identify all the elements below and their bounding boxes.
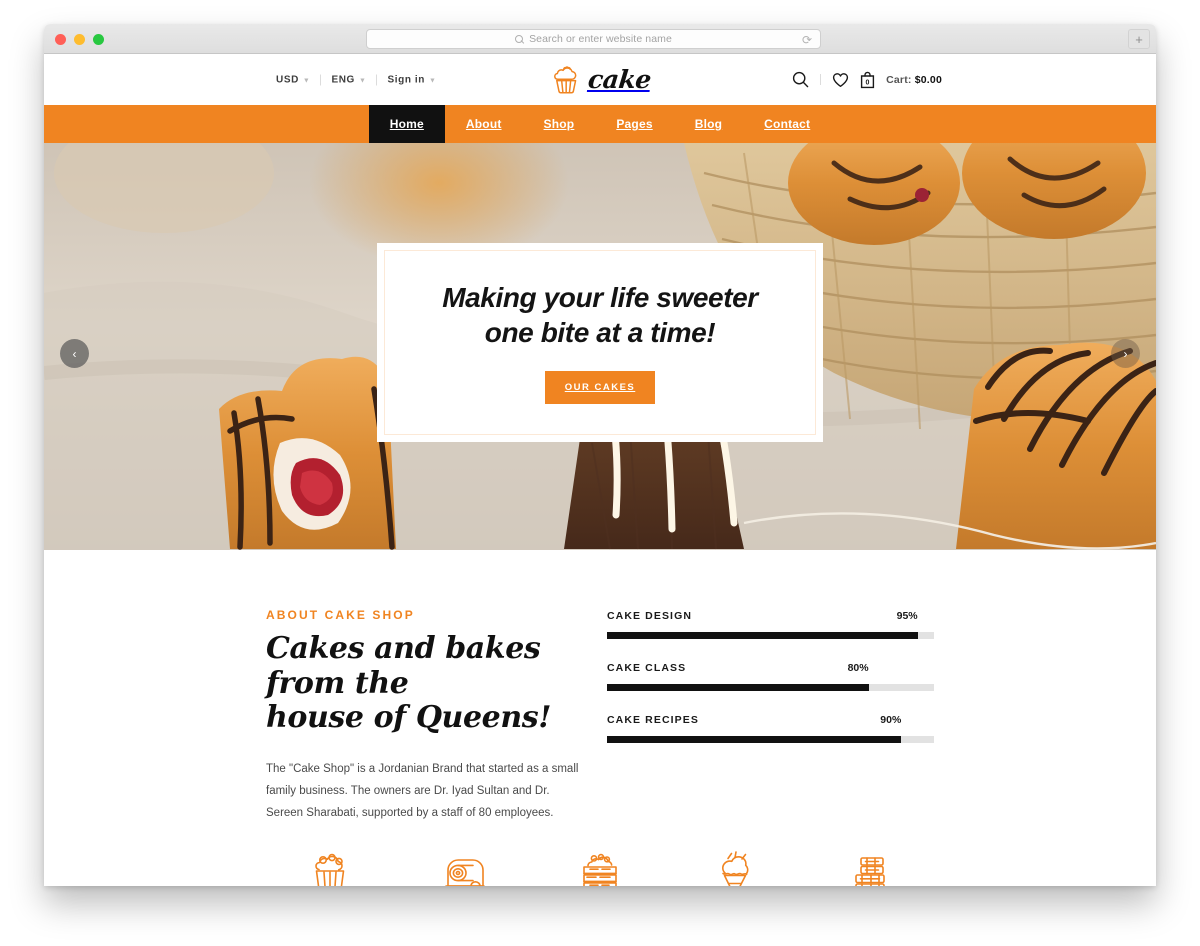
hero-headline-line-2: one bite at a time!: [484, 316, 716, 348]
page-viewport: USD ▼ ENG ▼ Sign in ▼ cake 0 Cart: $0.00…: [44, 54, 1156, 886]
nav-item-home[interactable]: Home: [368, 105, 445, 143]
chevron-down-icon: ▼: [429, 77, 437, 84]
maximize-window-button[interactable]: [93, 34, 104, 45]
category-icon-strip: [44, 826, 1156, 886]
category-ice-cream-cone[interactable]: [668, 851, 803, 886]
language-selector[interactable]: ENG ▼: [321, 74, 376, 85]
progress-track: [607, 632, 934, 639]
language-label: ENG: [331, 74, 355, 85]
nav-item-pages[interactable]: Pages: [595, 105, 673, 143]
skills-column: CAKE DESIGN 95% CAKE CLASS 80% CAKE RECI…: [607, 610, 934, 766]
currency-selector[interactable]: USD ▼: [266, 74, 320, 85]
divider: [820, 74, 822, 85]
minimize-window-button[interactable]: [74, 34, 85, 45]
address-bar-placeholder: Search or enter website name: [529, 33, 672, 45]
skill-label: CAKE RECIPES: [607, 714, 699, 726]
about-heading-line-1: Cakes and bakes from the: [266, 631, 541, 701]
cart-total[interactable]: Cart: $0.00: [886, 74, 942, 86]
sign-in-label: Sign in: [387, 74, 425, 85]
about-heading-line-2: house of Queens!: [266, 700, 552, 735]
browser-window: Search or enter website name ⟳ + USD ▼ E…: [44, 24, 1156, 886]
cart-prefix: Cart:: [886, 73, 915, 86]
layer-cake-icon: [583, 853, 617, 886]
progress-fill: [607, 632, 918, 639]
skill-percent: 80%: [847, 662, 869, 674]
swiss-roll-icon: [445, 859, 485, 886]
skill-percent: 90%: [880, 714, 902, 726]
cupcake-logo-icon: [554, 65, 577, 94]
progress-track: [607, 736, 934, 743]
main-navigation: Home About Shop Pages Blog Contact: [44, 105, 1156, 143]
site-logo[interactable]: cake: [549, 63, 653, 97]
category-stacked-cake[interactable]: [803, 853, 938, 886]
nav-item-contact[interactable]: Contact: [743, 105, 831, 143]
skill-cake-design: CAKE DESIGN 95%: [607, 610, 934, 639]
search-icon[interactable]: [792, 71, 809, 88]
category-swiss-roll[interactable]: [398, 852, 533, 886]
carousel-prev-button[interactable]: ‹: [60, 339, 89, 368]
search-icon: [515, 34, 524, 44]
hero-headline: Making your life sweeter one bite at a t…: [442, 281, 758, 350]
hero-slider: Making your life sweeter one bite at a t…: [44, 143, 1156, 550]
cupcake-icon: [315, 853, 345, 886]
currency-label: USD: [276, 74, 299, 85]
about-section: ABOUT CAKE SHOP Cakes and bakes from the…: [44, 550, 1156, 826]
nav-item-blog[interactable]: Blog: [674, 105, 743, 143]
category-cupcake[interactable]: [263, 852, 398, 886]
site-header: USD ▼ ENG ▼ Sign in ▼ cake 0 Cart: $0.00: [44, 54, 1156, 105]
cart-count-badge: 0: [866, 79, 870, 86]
progress-fill: [607, 736, 902, 743]
header-actions: 0 Cart: $0.00: [792, 71, 942, 89]
skill-percent: 95%: [896, 610, 918, 622]
logo-wordmark: cake: [586, 65, 653, 94]
address-bar[interactable]: Search or enter website name ⟳: [366, 29, 821, 49]
header-utility-links: USD ▼ ENG ▼ Sign in ▼: [266, 74, 447, 85]
hero-headline-line-1: Making your life sweeter: [442, 281, 758, 313]
ice-cream-cone-icon: [722, 851, 749, 886]
about-text-column: ABOUT CAKE SHOP Cakes and bakes from the…: [266, 608, 586, 825]
our-cakes-button[interactable]: OUR CAKES: [544, 371, 656, 405]
hero-text-card: Making your life sweeter one bite at a t…: [384, 250, 816, 435]
about-body-text: The "Cake Shop" is a Jordanian Brand tha…: [266, 762, 579, 820]
carousel-next-button[interactable]: ›: [1111, 339, 1140, 368]
stacked-cake-icon: [855, 857, 885, 886]
about-eyebrow: ABOUT CAKE SHOP: [266, 608, 415, 622]
wishlist-heart-icon[interactable]: [832, 72, 849, 88]
skill-label: CAKE CLASS: [607, 662, 687, 674]
progress-fill: [607, 684, 869, 691]
chevron-down-icon: ▼: [358, 77, 367, 84]
chevron-down-icon: ▼: [302, 77, 311, 84]
close-window-button[interactable]: [55, 34, 66, 45]
nav-item-shop[interactable]: Shop: [523, 105, 596, 143]
reload-icon[interactable]: ⟳: [802, 33, 812, 47]
progress-track: [607, 684, 934, 691]
category-layer-cake[interactable]: [533, 852, 668, 886]
about-heading: Cakes and bakes from the house of Queens…: [266, 631, 586, 736]
new-tab-button[interactable]: +: [1128, 29, 1150, 49]
sign-in-link[interactable]: Sign in ▼: [377, 74, 446, 85]
drizzled-muffin: [956, 342, 1156, 549]
cart-amount: $0.00: [914, 73, 942, 86]
browser-titlebar: Search or enter website name ⟳ +: [44, 24, 1156, 54]
skill-cake-recipes: CAKE RECIPES 90%: [607, 714, 934, 743]
window-controls: [55, 34, 104, 45]
skill-cake-class: CAKE CLASS 80%: [607, 662, 934, 691]
nav-item-about[interactable]: About: [445, 105, 523, 143]
shopping-bag-icon[interactable]: 0: [860, 71, 875, 89]
skill-label: CAKE DESIGN: [607, 610, 693, 622]
